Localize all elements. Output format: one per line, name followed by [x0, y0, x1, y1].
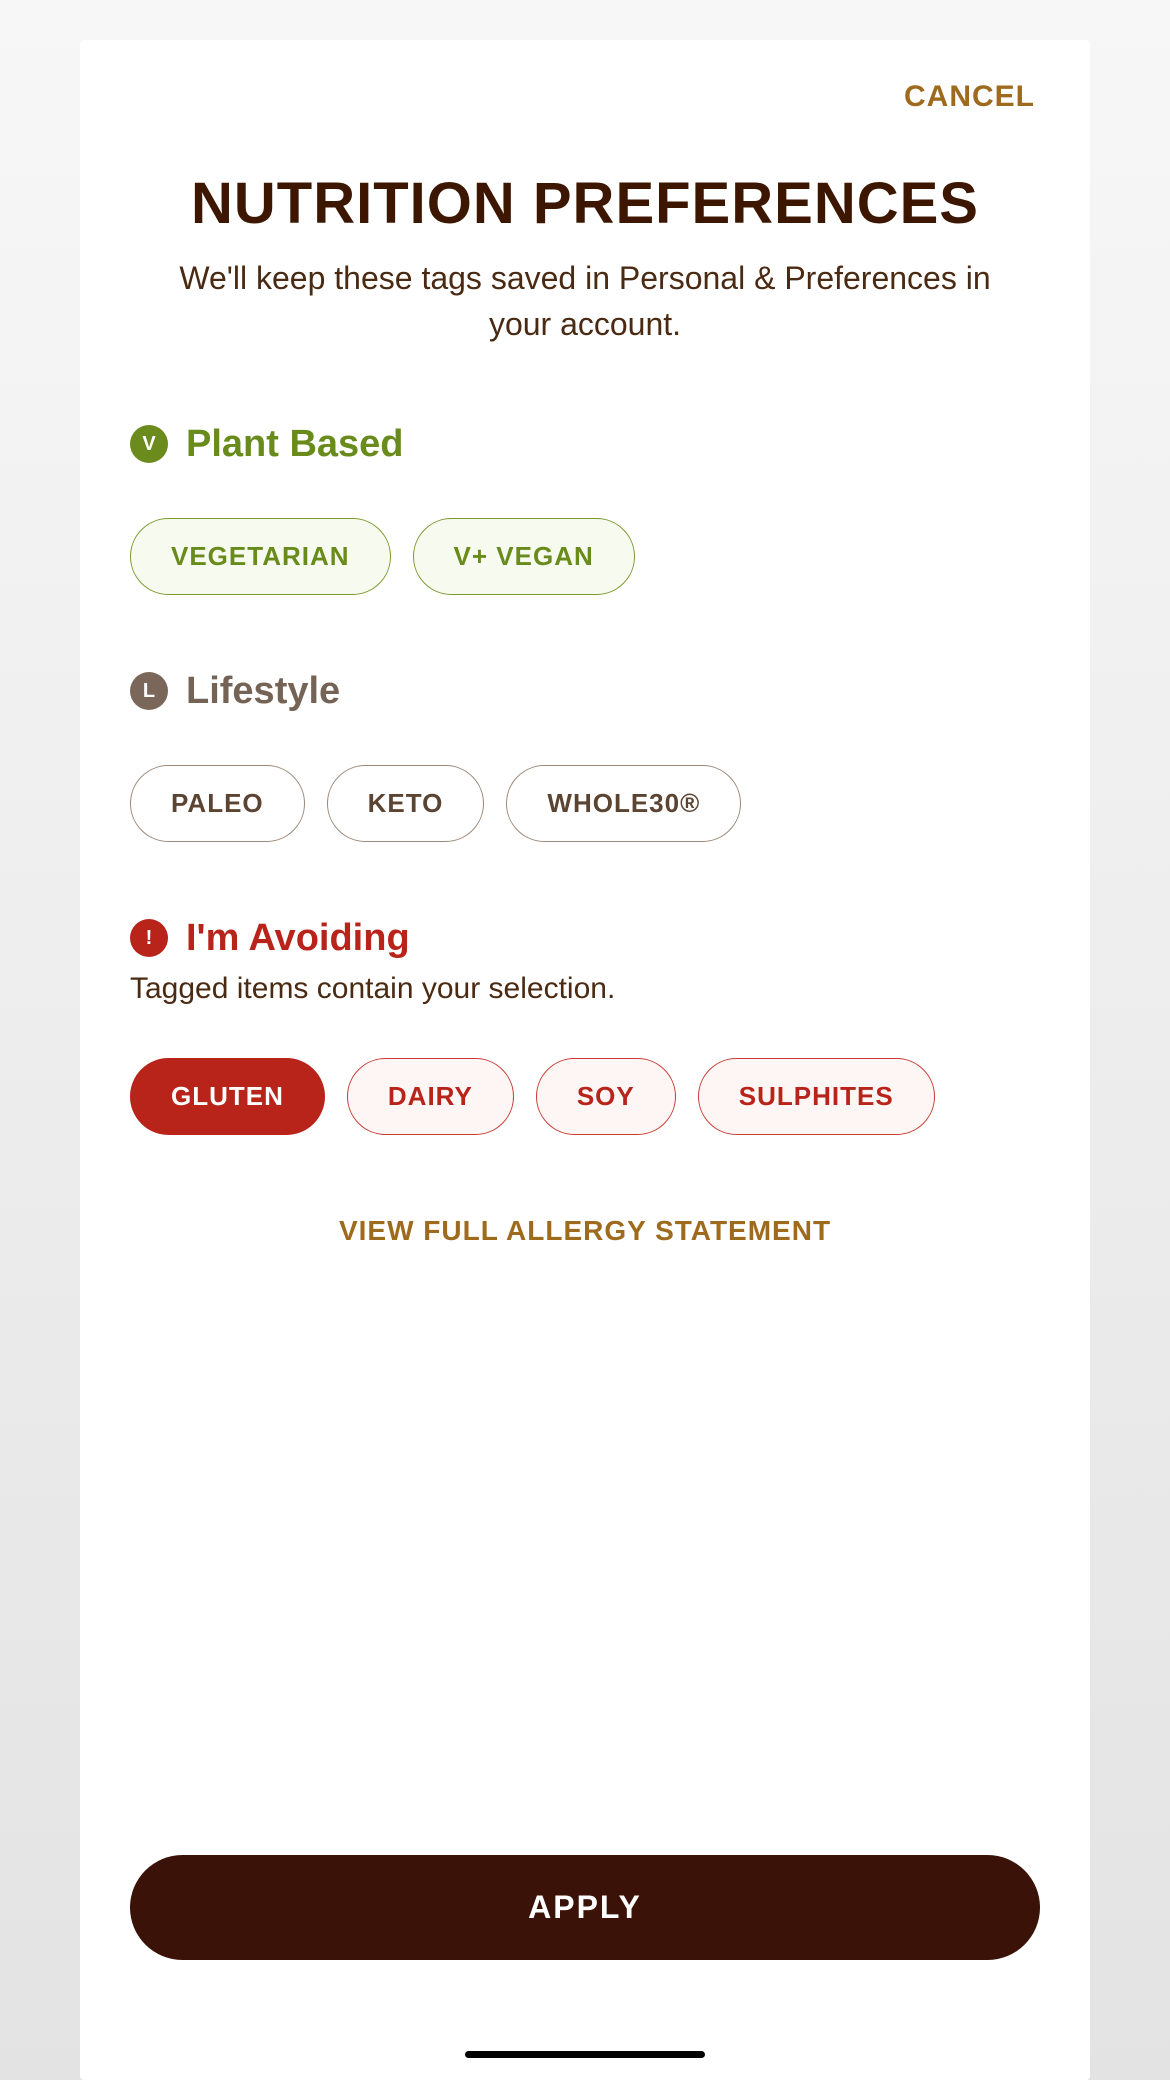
alert-icon: !: [130, 919, 168, 957]
chips-lifestyle: PALEO KETO WHOLE30®: [130, 765, 1040, 842]
chip-sulphites[interactable]: SULPHITES: [698, 1058, 935, 1135]
l-icon: L: [130, 672, 168, 710]
apply-button[interactable]: APPLY: [130, 1855, 1040, 1960]
section-header-plant-based: V Plant Based: [130, 423, 1040, 466]
nutrition-preferences-panel: CANCEL NUTRITION PREFERENCES We'll keep …: [80, 40, 1090, 2080]
view-allergy-statement-link[interactable]: VIEW FULL ALLERGY STATEMENT: [130, 1215, 1040, 1247]
page-title: NUTRITION PREFERENCES: [130, 170, 1040, 237]
section-title-avoiding: I'm Avoiding: [186, 917, 410, 960]
v-icon: V: [130, 425, 168, 463]
chip-vegan[interactable]: V+ VEGAN: [413, 518, 635, 595]
page-subtitle: We'll keep these tags saved in Personal …: [130, 255, 1040, 348]
section-note-avoiding: Tagged items contain your selection.: [130, 972, 1040, 1006]
chip-keto[interactable]: KETO: [327, 765, 485, 842]
chip-whole30[interactable]: WHOLE30®: [506, 765, 741, 842]
chip-paleo[interactable]: PALEO: [130, 765, 305, 842]
section-header-lifestyle: L Lifestyle: [130, 670, 1040, 713]
home-indicator[interactable]: [465, 2051, 705, 2058]
chips-avoiding: GLUTEN DAIRY SOY SULPHITES: [130, 1058, 1040, 1135]
section-plant-based: V Plant Based VEGETARIAN V+ VEGAN: [130, 423, 1040, 595]
chips-plant-based: VEGETARIAN V+ VEGAN: [130, 518, 1040, 595]
chip-vegetarian[interactable]: VEGETARIAN: [130, 518, 391, 595]
chip-soy[interactable]: SOY: [536, 1058, 676, 1135]
section-title-lifestyle: Lifestyle: [186, 670, 340, 713]
section-header-avoiding: ! I'm Avoiding: [130, 917, 1040, 960]
chip-gluten[interactable]: GLUTEN: [130, 1058, 325, 1135]
section-lifestyle: L Lifestyle PALEO KETO WHOLE30®: [130, 670, 1040, 842]
cancel-button[interactable]: CANCEL: [904, 80, 1035, 114]
section-avoiding: ! I'm Avoiding Tagged items contain your…: [130, 917, 1040, 1135]
chip-dairy[interactable]: DAIRY: [347, 1058, 514, 1135]
section-title-plant-based: Plant Based: [186, 423, 404, 466]
